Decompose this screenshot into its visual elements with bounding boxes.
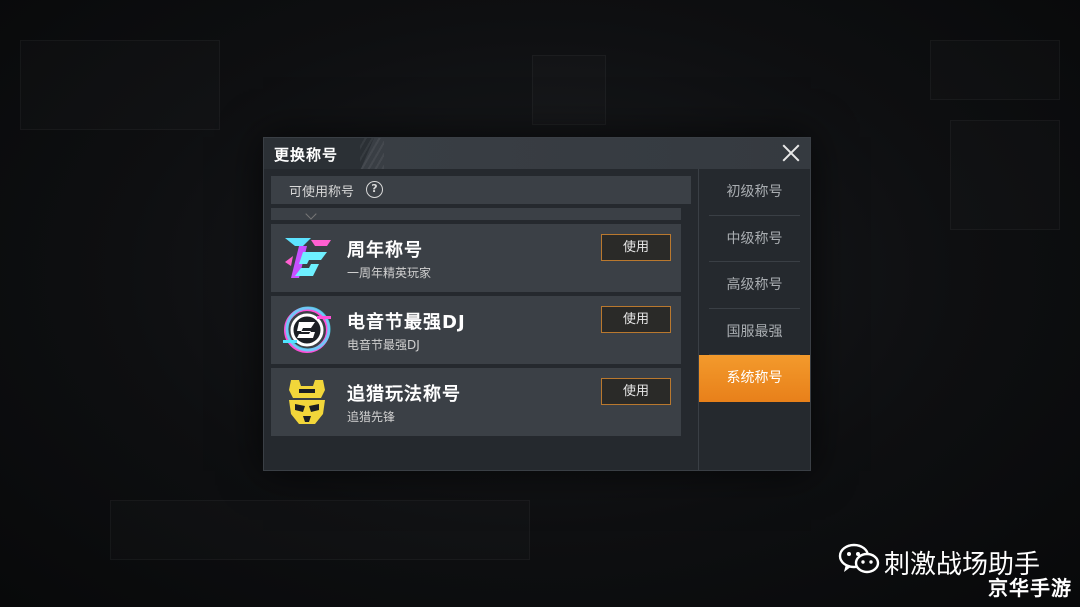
tab-server-best-titles[interactable]: 国服最强 [699,309,810,356]
title-card: 追猎玩法称号 追猎先锋 使用 [271,368,681,436]
background-panel-center [532,55,606,125]
title-description: 电音节最强DJ [347,338,420,352]
change-title-dialog: 更换称号 可使用称号 ? 周年称号 一周年精英玩家 使用 电音节最强DJ 电音节… [263,137,811,471]
tab-advanced-titles[interactable]: 高级称号 [699,262,810,309]
available-titles-label: 可使用称号 [289,185,355,200]
title-card: 电音节最强DJ 电音节最强DJ 使用 [271,296,681,364]
title-category-sidebar: 初级称号 中级称号 高级称号 国服最强 系统称号 [699,169,810,402]
background-panel-right-lower [950,120,1060,230]
anniversary-1st-badge-icon [285,238,331,278]
title-description: 追猎先锋 [347,410,396,424]
wechat-icon [838,543,880,574]
header-decoration [360,138,384,169]
dialog-title: 更换称号 [274,146,339,164]
available-titles-header: 可使用称号 ? [271,176,691,204]
tab-system-titles[interactable]: 系统称号 [699,355,810,402]
dialog-header: 更换称号 [264,138,810,169]
background-panel-bottom [110,500,530,560]
previous-card-peek [271,208,681,220]
title-name: 周年称号 [347,240,423,261]
use-title-button[interactable]: 使用 [601,378,671,405]
background-panel-left [20,40,220,130]
use-title-button[interactable]: 使用 [601,234,671,261]
hunter-mask-badge-icon [289,380,325,424]
background-panel-right [930,40,1060,100]
title-name: 电音节最强DJ [347,312,466,333]
title-description: 一周年精英玩家 [347,266,432,280]
tab-beginner-titles[interactable]: 初级称号 [699,169,810,216]
title-card: 周年称号 一周年精英玩家 使用 [271,224,681,292]
chevron-down-icon [305,208,317,220]
watermark-site-name: 京华手游 [988,576,1072,600]
music-festival-dj-badge-icon [283,306,331,353]
close-icon[interactable] [780,142,802,164]
tab-intermediate-titles[interactable]: 中级称号 [699,216,810,263]
use-title-button[interactable]: 使用 [601,306,671,333]
title-name: 追猎玩法称号 [347,384,461,405]
help-icon[interactable]: ? [366,181,383,198]
